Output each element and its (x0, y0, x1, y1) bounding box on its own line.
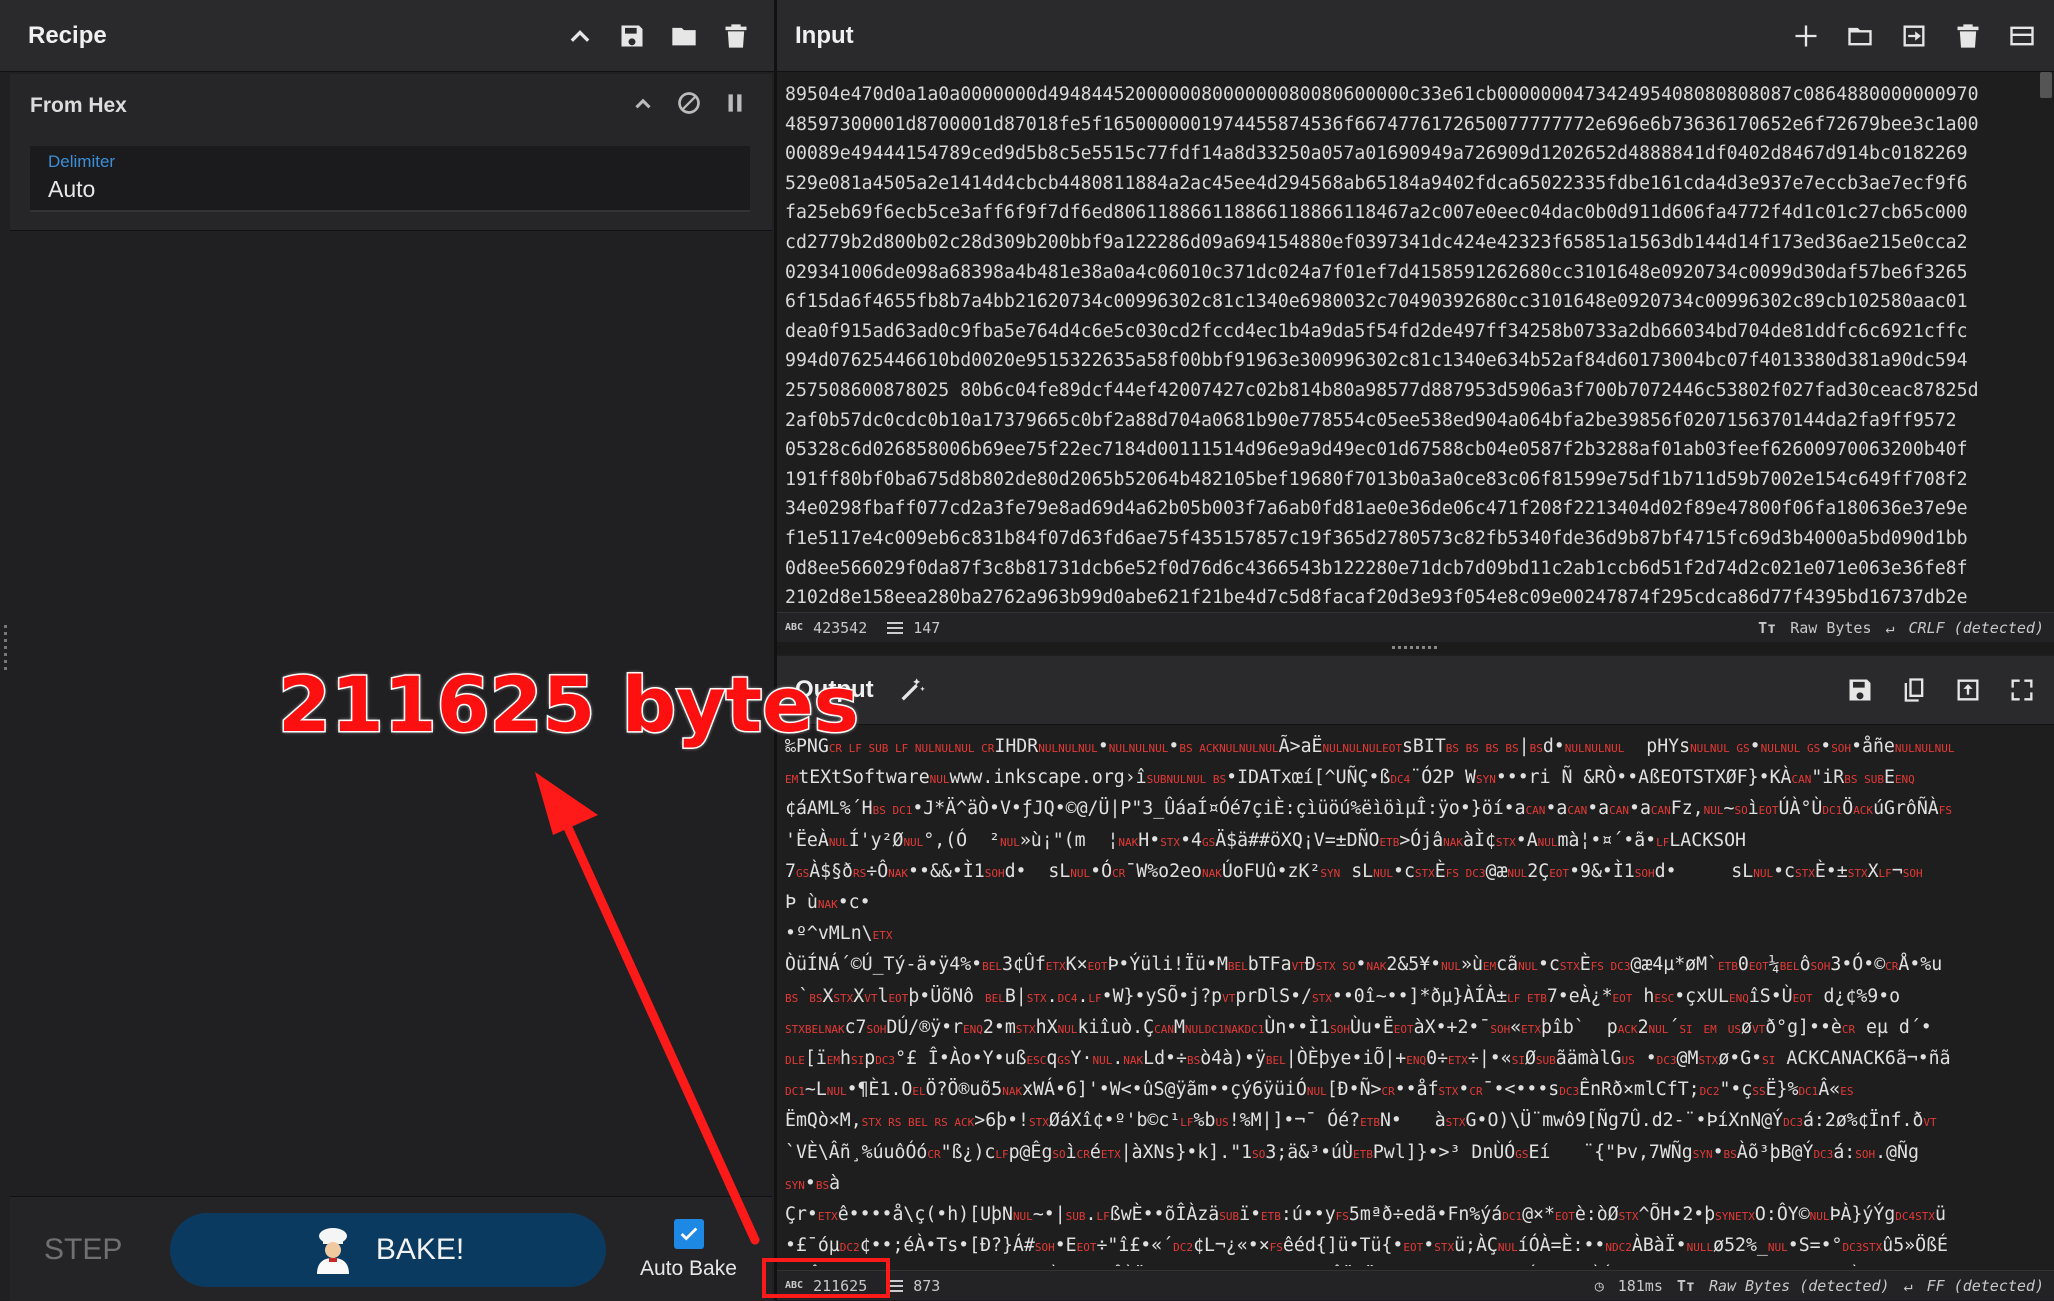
auto-bake-label: Auto Bake (640, 1257, 737, 1280)
input-header: Input (777, 0, 2054, 72)
operation-from-hex[interactable]: From Hex Delimiter Auto (10, 74, 772, 231)
output-text[interactable]: ‰PNGCR LF SUB LF NULNULNUL CRIHDRNULNULN… (777, 724, 2040, 1266)
copy-icon[interactable] (1900, 676, 1928, 704)
layout-icon[interactable] (2008, 22, 2036, 50)
input-text[interactable]: 89504e470d0a1a0a0000000d4948445200000080… (777, 72, 2040, 612)
bake-bar: STEP BAKE! Auto Bake (10, 1196, 772, 1301)
trash-icon[interactable] (722, 22, 750, 50)
input-textarea[interactable]: 89504e470d0a1a0a0000000d4948445200000080… (777, 72, 2040, 612)
save-recipe-icon[interactable] (618, 22, 646, 50)
fullscreen-icon[interactable] (2008, 676, 2036, 704)
trash-icon[interactable] (1954, 22, 1982, 50)
replace-input-icon[interactable] (1954, 676, 1982, 704)
plus-icon[interactable] (1792, 22, 1820, 50)
input-status-bar: ABC 423542 147 Tт Raw Bytes ↵ CRLF (dete… (777, 612, 2054, 642)
pause-icon[interactable] (722, 90, 748, 121)
annotation-label: 211625 bytes (277, 659, 861, 751)
recipe-panel: Recipe From Hex Delimiter Auto STEP BAKE… (0, 0, 777, 1301)
delimiter-label: Delimiter (48, 152, 116, 171)
save-output-icon[interactable] (1846, 676, 1874, 704)
length-highlight-box (762, 1258, 890, 1298)
output-status-bar: ABC 211625 873 ◷ 181ms Tт Raw Bytes (det… (777, 1270, 2054, 1300)
resize-handle[interactable] (4, 625, 7, 671)
output-header: Output (777, 656, 2054, 725)
input-title: Input (795, 21, 854, 49)
bake-label: BAKE! (375, 1233, 465, 1266)
auto-bake-checkbox[interactable] (674, 1219, 704, 1249)
return-icon: ↵ (1903, 1276, 1913, 1295)
clock-icon: ◷ (1594, 1276, 1604, 1295)
output-lines: 873 (913, 1276, 941, 1295)
chevron-up-icon[interactable] (630, 90, 656, 121)
open-folder-icon[interactable] (1846, 22, 1874, 50)
chef-icon (316, 1228, 349, 1274)
length-icon: ABC (785, 622, 804, 633)
input-length: 423542 (813, 618, 868, 637)
text-encoding-icon: Tт (1758, 618, 1777, 637)
output-encoding[interactable]: Raw Bytes (detected) (1709, 1277, 1890, 1295)
operation-name: From Hex (30, 94, 127, 117)
delimiter-field[interactable]: Delimiter Auto (30, 146, 750, 212)
chevron-up-icon[interactable] (566, 22, 594, 50)
import-icon[interactable] (1900, 22, 1928, 50)
output-eol[interactable]: FF (detected) (1927, 1277, 2044, 1295)
recipe-title: Recipe (28, 21, 107, 49)
input-encoding[interactable]: Raw Bytes (1790, 619, 1871, 637)
recipe-header: Recipe (0, 0, 774, 72)
output-textarea[interactable]: ‰PNGCR LF SUB LF NULNULNUL CRIHDRNULNULN… (777, 724, 2040, 1266)
input-scrollbar[interactable] (2040, 72, 2052, 98)
lines-icon (887, 621, 904, 634)
disable-icon[interactable] (676, 90, 702, 121)
io-panel: Input 89504e470d0a1a0a0000000d4948445200… (777, 0, 2054, 1300)
delimiter-value[interactable]: Auto (48, 176, 95, 203)
io-splitter[interactable] (777, 642, 2054, 654)
return-icon: ↵ (1885, 618, 1895, 637)
magic-wand-icon[interactable] (898, 676, 926, 704)
folder-open-icon[interactable] (670, 22, 698, 50)
input-lines: 147 (913, 618, 941, 637)
text-encoding-icon: Tт (1676, 1276, 1695, 1295)
step-button[interactable]: STEP (44, 1233, 122, 1267)
output-time: 181ms (1617, 1276, 1663, 1295)
input-eol[interactable]: CRLF (detected) (1909, 619, 2044, 637)
bake-button[interactable]: BAKE! (170, 1213, 606, 1287)
checkmark-icon (680, 1227, 698, 1241)
